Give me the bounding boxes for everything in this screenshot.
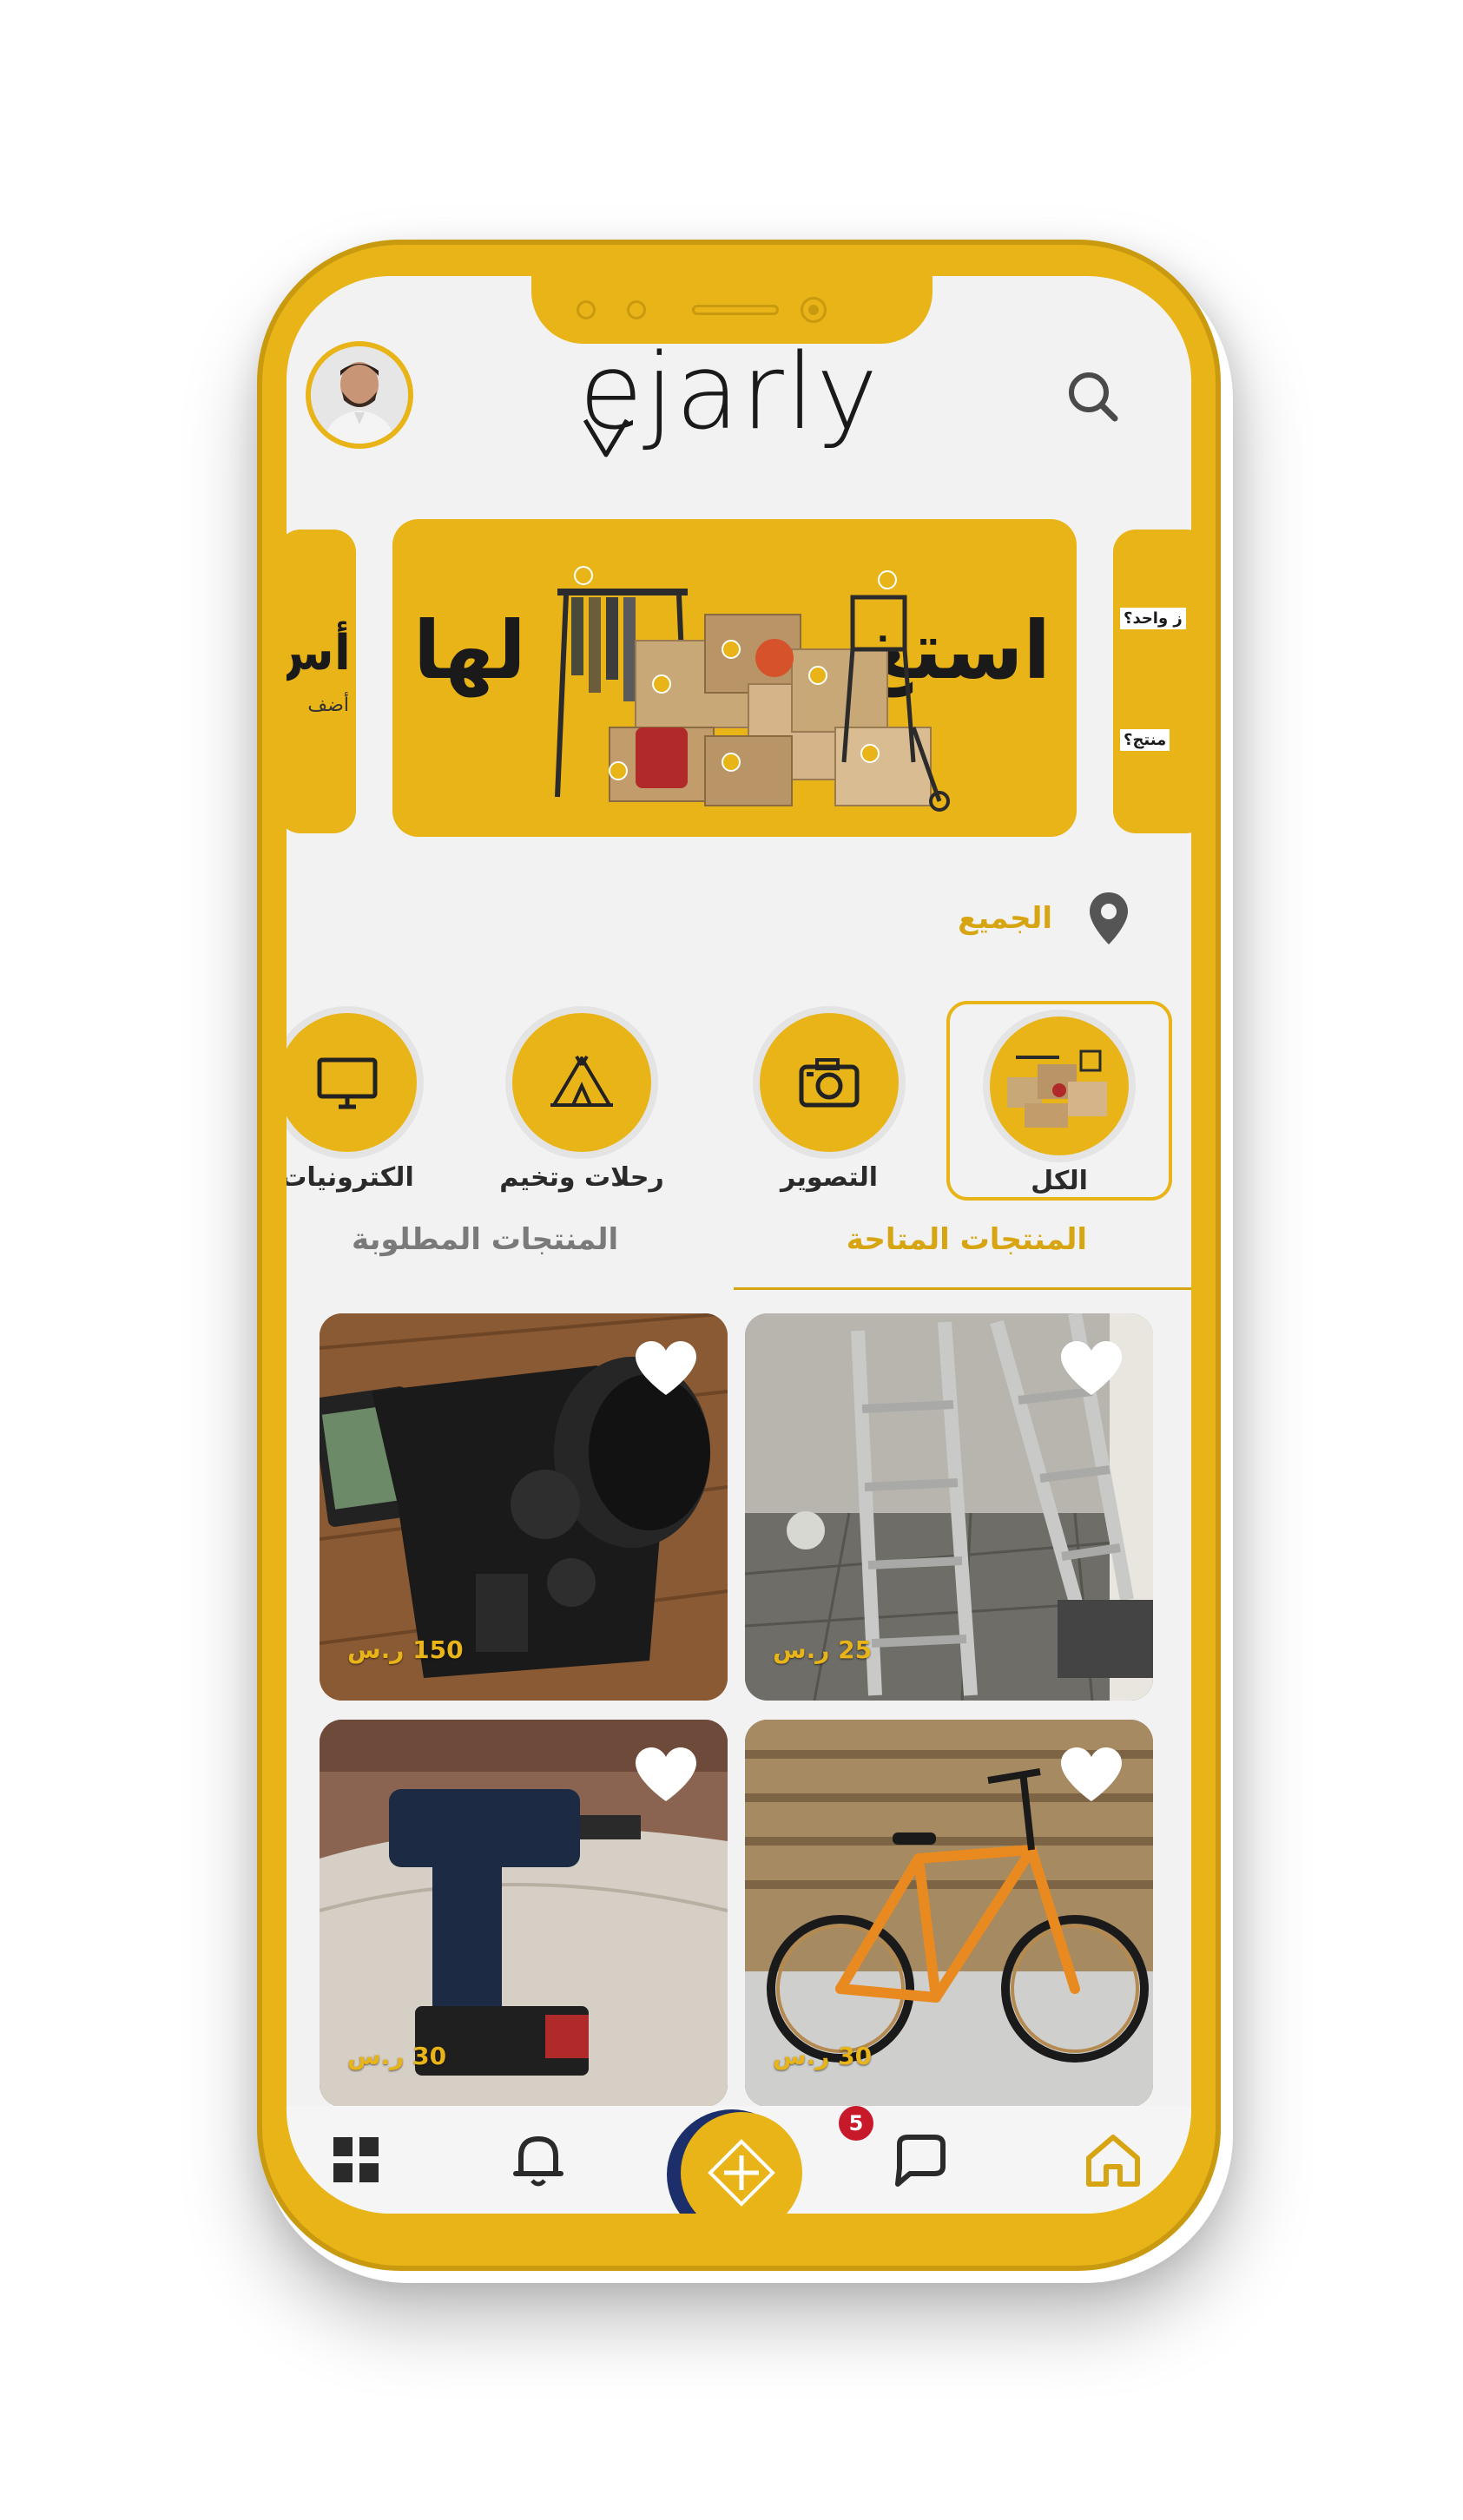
app-screen: ejarly أس أضف استغ لها ز واحد؟ منتج؟ الج… (287, 276, 1191, 2214)
nav-home[interactable] (1078, 2125, 1148, 2194)
tab-available-products[interactable]: المنتجات المتاحة (847, 1222, 1087, 1257)
product-card-ladder[interactable]: 25 ر.س (745, 1313, 1153, 1701)
favorite-heart-icon[interactable] (634, 1746, 698, 1803)
chat-icon (895, 2135, 946, 2187)
product-price: 150 ر.س (347, 1635, 464, 1664)
tent-icon (550, 1055, 613, 1107)
location-label: الجميع (958, 901, 1052, 936)
category-camping-label: رحلات وتخيم (499, 1162, 664, 1193)
banner-previous-title: أس (287, 625, 351, 681)
category-photography-label: التصوير (780, 1162, 879, 1193)
favorite-heart-icon[interactable] (1059, 1339, 1124, 1397)
phone-notch (531, 276, 932, 344)
category-camping[interactable]: رحلات وتخيم (469, 1001, 695, 1201)
active-tab-indicator (734, 1287, 1191, 1290)
category-electronics-label: الكترونيات (287, 1162, 414, 1193)
boxes-image (1007, 1049, 1107, 1128)
category-electronics-circle (287, 1013, 417, 1152)
notch-speaker (692, 305, 779, 315)
product-price: 30 ر.س (347, 2042, 447, 2070)
product-card-bicycle[interactable]: 30 ر.س (745, 1720, 1153, 2107)
search-button[interactable] (1059, 363, 1129, 432)
banner-previous-subtitle: أضف (307, 694, 349, 716)
bell-icon (513, 2136, 563, 2187)
product-price: 25 ر.س (773, 1635, 873, 1664)
location-pin-icon (1090, 892, 1128, 944)
banner-next-line2: منتج؟ (1120, 729, 1170, 751)
banner-next[interactable]: ز واحد؟ منتج؟ (1113, 530, 1191, 833)
nav-menu[interactable] (321, 2125, 391, 2194)
category-camping-circle (512, 1013, 651, 1152)
promo-banner[interactable]: استغ لها (392, 519, 1077, 837)
app-logo: ejarly (547, 337, 912, 457)
notch-sensor (627, 300, 646, 319)
grid-icon (333, 2137, 379, 2182)
banner-boxes-image (555, 566, 950, 812)
product-price: 30 ر.س (773, 2042, 873, 2070)
chat-badge: 5 (839, 2106, 873, 2141)
notch-sensor (577, 300, 596, 319)
monitor-icon (317, 1057, 378, 1109)
notch-camera (801, 297, 827, 323)
banner-next-line1: ز واحد؟ (1120, 608, 1186, 629)
nav-notifications[interactable] (504, 2125, 573, 2194)
category-all[interactable]: الكل (946, 1001, 1172, 1201)
category-electronics[interactable]: الكترونيات (287, 1001, 460, 1201)
banner-previous[interactable]: أس أضف (287, 530, 356, 833)
category-photography-circle (760, 1013, 899, 1152)
favorite-heart-icon[interactable] (634, 1339, 698, 1397)
category-all-label: الكل (1031, 1166, 1088, 1196)
product-card-camera[interactable]: 150 ر.س (320, 1313, 728, 1701)
nav-chat[interactable] (886, 2125, 955, 2194)
location-filter[interactable]: الجميع (958, 888, 1130, 949)
tab-requested-products[interactable]: المنتجات المطلوبة (352, 1222, 618, 1257)
category-photography[interactable]: التصوير (716, 1001, 942, 1201)
home-icon (1086, 2135, 1140, 2187)
favorite-heart-icon[interactable] (1059, 1746, 1124, 1803)
category-all-circle (990, 1017, 1129, 1155)
search-icon (1069, 372, 1118, 422)
add-icon (708, 2139, 775, 2207)
user-avatar[interactable] (306, 341, 413, 449)
logo-pin-icon (583, 418, 629, 457)
camera-icon (799, 1058, 860, 1108)
product-card-drill[interactable]: 30 ر.س (320, 1720, 728, 2107)
